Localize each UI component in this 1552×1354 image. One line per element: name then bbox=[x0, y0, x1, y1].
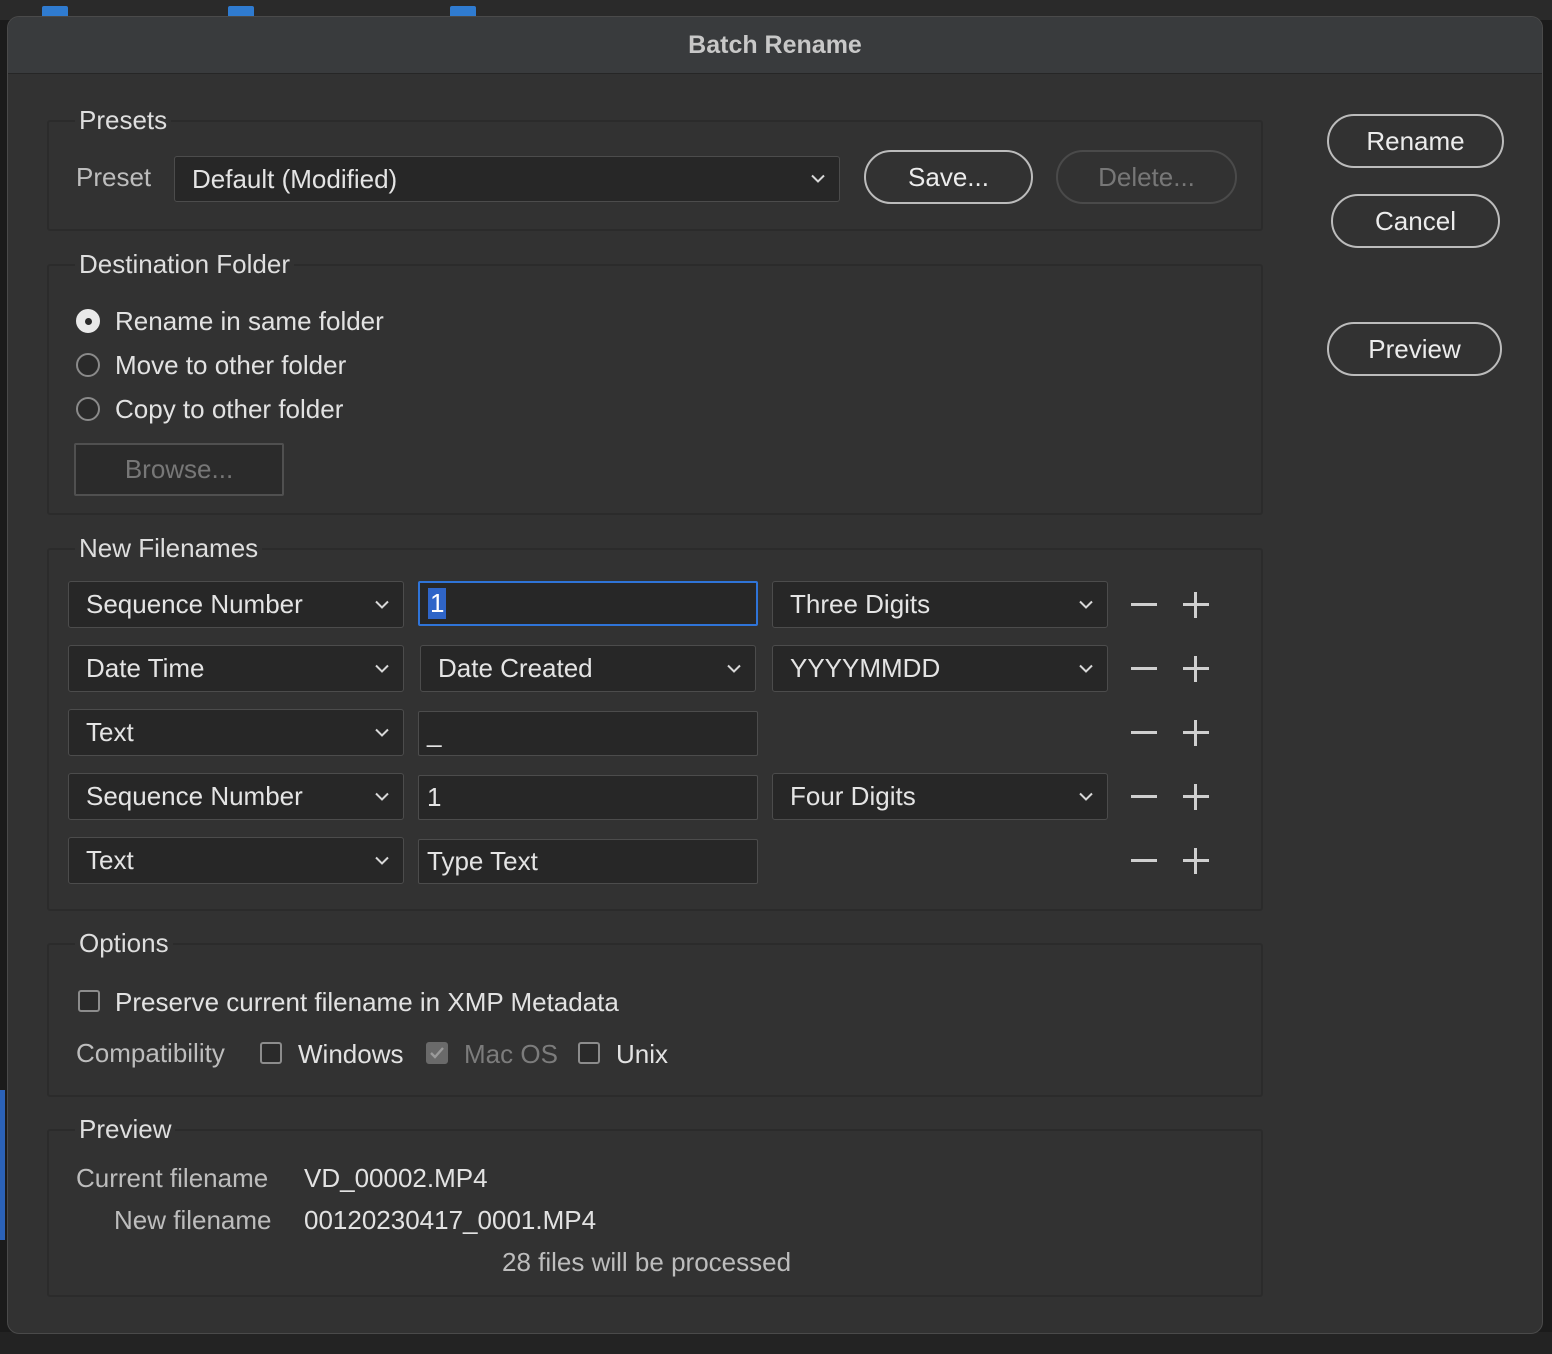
chevron-down-icon bbox=[375, 792, 389, 801]
options-group: Options Preserve current filename in XMP… bbox=[47, 925, 1263, 1097]
dropdown-value: Date Time bbox=[86, 653, 205, 683]
option-move-other-folder[interactable]: Move to other folder bbox=[115, 350, 346, 381]
chevron-down-icon bbox=[375, 600, 389, 609]
element-type-dropdown[interactable]: Sequence Number bbox=[68, 581, 404, 628]
new-filenames-group: New Filenames Sequence Number 1 Three Di… bbox=[47, 530, 1263, 911]
sequence-start-input[interactable]: 1 bbox=[418, 581, 758, 626]
preserve-filename-label[interactable]: Preserve current filename in XMP Metadat… bbox=[115, 987, 619, 1018]
macos-label: Mac OS bbox=[464, 1039, 558, 1069]
background-selection-accent bbox=[0, 1090, 5, 1240]
chevron-down-icon bbox=[727, 664, 741, 673]
preserve-filename-checkbox[interactable] bbox=[78, 990, 100, 1012]
text-input[interactable]: _ bbox=[418, 711, 758, 756]
windows-label[interactable]: Windows bbox=[298, 1039, 403, 1070]
unix-label[interactable]: Unix bbox=[616, 1039, 668, 1070]
unix-checkbox[interactable] bbox=[578, 1042, 600, 1064]
browse-button[interactable]: Browse... bbox=[74, 443, 284, 496]
chevron-down-icon bbox=[811, 174, 825, 183]
background-statusbar bbox=[0, 1332, 1552, 1354]
input-placeholder: Type Text bbox=[427, 846, 538, 876]
dropdown-value: Four Digits bbox=[790, 781, 916, 811]
date-source-dropdown[interactable]: Date Created bbox=[420, 645, 756, 692]
plus-icon[interactable] bbox=[1182, 783, 1210, 811]
files-processed-count: 28 files will be processed bbox=[502, 1247, 792, 1277]
minus-icon[interactable] bbox=[1130, 783, 1158, 811]
dropdown-value: Sequence Number bbox=[86, 781, 303, 811]
digits-format-dropdown[interactable]: Three Digits bbox=[772, 581, 1108, 628]
preview-group: Preview Current filename VD_00002.MP4 Ne… bbox=[47, 1111, 1263, 1297]
new-filenames-title: New Filenames bbox=[75, 530, 263, 566]
preset-dropdown-value: Default (Modified) bbox=[192, 163, 398, 194]
dropdown-value: YYYYMMDD bbox=[790, 653, 941, 683]
dropdown-value: Text bbox=[86, 845, 134, 875]
plus-icon[interactable] bbox=[1182, 655, 1210, 683]
minus-icon[interactable] bbox=[1130, 655, 1158, 683]
radio-rename-same-folder[interactable] bbox=[76, 309, 100, 333]
dropdown-value: Three Digits bbox=[790, 589, 931, 619]
plus-icon[interactable] bbox=[1182, 847, 1210, 875]
plus-icon[interactable] bbox=[1182, 719, 1210, 747]
text-input[interactable]: Type Text bbox=[418, 839, 758, 884]
element-type-dropdown[interactable]: Text bbox=[68, 709, 404, 756]
sequence-start-input[interactable]: 1 bbox=[418, 775, 758, 820]
current-filename-value: VD_00002.MP4 bbox=[304, 1163, 488, 1193]
dialog-titlebar: Batch Rename bbox=[8, 17, 1542, 74]
preset-label: Preset bbox=[76, 162, 152, 192]
radio-move-other-folder[interactable] bbox=[76, 353, 100, 377]
option-copy-other-folder[interactable]: Copy to other folder bbox=[115, 394, 343, 425]
chevron-down-icon bbox=[375, 728, 389, 737]
minus-icon[interactable] bbox=[1130, 591, 1158, 619]
dropdown-value: Date Created bbox=[438, 653, 593, 683]
chevron-down-icon bbox=[375, 856, 389, 865]
cancel-button[interactable]: Cancel bbox=[1331, 194, 1500, 248]
dropdown-value: Text bbox=[86, 717, 134, 747]
chevron-down-icon bbox=[1079, 792, 1093, 801]
dialog-title: Batch Rename bbox=[688, 30, 862, 59]
input-value: 1 bbox=[428, 588, 447, 619]
radio-copy-other-folder[interactable] bbox=[76, 397, 100, 421]
macos-checkbox[interactable] bbox=[426, 1042, 448, 1064]
date-format-dropdown[interactable]: YYYYMMDD bbox=[772, 645, 1108, 692]
windows-checkbox[interactable] bbox=[260, 1042, 282, 1064]
rename-button[interactable]: Rename bbox=[1327, 114, 1504, 168]
compatibility-label: Compatibility bbox=[76, 1038, 225, 1068]
checkmark-icon bbox=[430, 1047, 444, 1059]
destination-title: Destination Folder bbox=[75, 246, 294, 282]
input-value: 1 bbox=[427, 782, 442, 812]
plus-icon[interactable] bbox=[1182, 591, 1210, 619]
save-preset-button[interactable]: Save... bbox=[864, 150, 1033, 204]
element-type-dropdown[interactable]: Text bbox=[68, 837, 404, 884]
chevron-down-icon bbox=[375, 664, 389, 673]
minus-icon[interactable] bbox=[1130, 847, 1158, 875]
digits-format-dropdown[interactable]: Four Digits bbox=[772, 773, 1108, 820]
destination-folder-group: Destination Folder Rename in same folder… bbox=[47, 246, 1263, 515]
presets-group: Presets Preset Default (Modified) Save..… bbox=[47, 102, 1263, 231]
preview-button[interactable]: Preview bbox=[1327, 322, 1502, 376]
current-filename-label: Current filename bbox=[76, 1163, 269, 1193]
batch-rename-dialog: Batch Rename Presets Preset Default (Mod… bbox=[7, 16, 1543, 1334]
element-type-dropdown[interactable]: Date Time bbox=[68, 645, 404, 692]
delete-preset-button[interactable]: Delete... bbox=[1056, 150, 1237, 204]
minus-icon[interactable] bbox=[1130, 719, 1158, 747]
preset-dropdown[interactable]: Default (Modified) bbox=[174, 156, 840, 202]
input-value: _ bbox=[427, 718, 442, 748]
presets-title: Presets bbox=[75, 102, 172, 138]
new-filename-label: New filename bbox=[114, 1205, 272, 1235]
new-filename-value: 00120230417_0001.MP4 bbox=[304, 1205, 597, 1235]
option-rename-same-folder[interactable]: Rename in same folder bbox=[115, 306, 384, 337]
chevron-down-icon bbox=[1079, 600, 1093, 609]
options-title: Options bbox=[75, 925, 173, 961]
chevron-down-icon bbox=[1079, 664, 1093, 673]
dropdown-value: Sequence Number bbox=[86, 589, 303, 619]
preview-title: Preview bbox=[75, 1111, 176, 1147]
element-type-dropdown[interactable]: Sequence Number bbox=[68, 773, 404, 820]
